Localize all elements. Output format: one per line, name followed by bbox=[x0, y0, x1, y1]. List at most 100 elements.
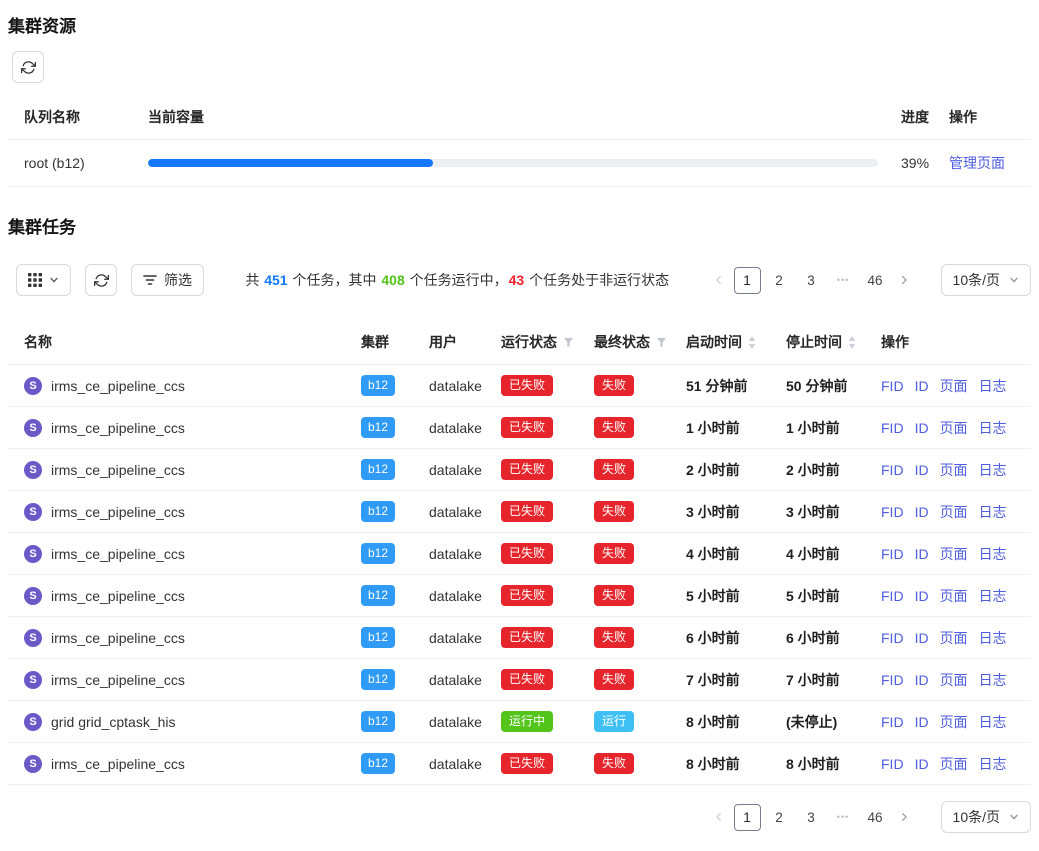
run-status-badge: 已失败 bbox=[501, 669, 553, 690]
pagination-page-2[interactable]: 2 bbox=[766, 267, 793, 294]
filter-button[interactable]: 筛选 bbox=[131, 264, 204, 296]
task-name: grid grid_cptask_his bbox=[51, 714, 176, 730]
task-user: datalake bbox=[429, 672, 482, 688]
page-size-select[interactable]: 10条/页 bbox=[941, 801, 1031, 833]
next-page-button[interactable] bbox=[894, 812, 914, 822]
fid-link[interactable]: FID bbox=[881, 420, 904, 436]
log-link[interactable]: 日志 bbox=[979, 378, 1007, 394]
page-link[interactable]: 页面 bbox=[940, 504, 968, 520]
fid-link[interactable]: FID bbox=[881, 546, 904, 562]
id-link[interactable]: ID bbox=[915, 462, 929, 478]
log-link[interactable]: 日志 bbox=[979, 672, 1007, 688]
page-link[interactable]: 页面 bbox=[940, 672, 968, 688]
filter-funnel-icon[interactable] bbox=[563, 337, 574, 348]
page-link[interactable]: 页面 bbox=[940, 420, 968, 436]
col-header-stop-time-label: 停止时间 bbox=[786, 332, 842, 352]
task-name: irms_ce_pipeline_ccs bbox=[51, 630, 185, 646]
page-link[interactable]: 页面 bbox=[940, 546, 968, 562]
log-link[interactable]: 日志 bbox=[979, 420, 1007, 436]
filter-icon bbox=[143, 274, 157, 286]
prev-page-button[interactable] bbox=[709, 812, 729, 822]
page-size-select[interactable]: 10条/页 bbox=[941, 264, 1031, 296]
page-link[interactable]: 页面 bbox=[940, 588, 968, 604]
avatar: S bbox=[24, 629, 42, 647]
log-link[interactable]: 日志 bbox=[979, 504, 1007, 520]
pagination-ellipsis[interactable]: ••• bbox=[830, 804, 857, 831]
tasks-table: 名称 集群 用户 运行状态 最终状态 bbox=[8, 320, 1031, 785]
log-link[interactable]: 日志 bbox=[979, 462, 1007, 478]
id-link[interactable]: ID bbox=[915, 588, 929, 604]
pagination-page-1[interactable]: 1 bbox=[734, 267, 761, 294]
stop-time: 5 小时前 bbox=[786, 588, 840, 604]
prev-page-button[interactable] bbox=[709, 275, 729, 285]
id-link[interactable]: ID bbox=[915, 672, 929, 688]
log-link[interactable]: 日志 bbox=[979, 630, 1007, 646]
resources-table: 队列名称 当前容量 进度 操作 root (b12) 39% 管理页面 bbox=[8, 95, 1031, 187]
page-link[interactable]: 页面 bbox=[940, 630, 968, 646]
fid-link[interactable]: FID bbox=[881, 462, 904, 478]
cluster-badge: b12 bbox=[361, 543, 395, 564]
manage-page-link[interactable]: 管理页面 bbox=[949, 155, 1005, 171]
table-row: S irms_ce_pipeline_ccs b12 datalake 已失败 … bbox=[8, 533, 1031, 575]
final-status-badge: 失败 bbox=[594, 585, 634, 606]
stop-time: 8 小时前 bbox=[786, 756, 840, 772]
avatar: S bbox=[24, 713, 42, 731]
pagination-page-3[interactable]: 3 bbox=[798, 804, 825, 831]
log-link[interactable]: 日志 bbox=[979, 588, 1007, 604]
final-status-badge: 失败 bbox=[594, 627, 634, 648]
capacity-progress-bar bbox=[148, 159, 878, 167]
fid-link[interactable]: FID bbox=[881, 588, 904, 604]
sorter-icon[interactable] bbox=[848, 336, 856, 349]
sorter-icon[interactable] bbox=[748, 336, 756, 349]
refresh-tasks-button[interactable] bbox=[85, 264, 117, 296]
column-settings-button[interactable] bbox=[16, 264, 71, 296]
col-header-start-time[interactable]: 启动时间 bbox=[678, 320, 778, 365]
start-time: 1 小时前 bbox=[686, 420, 740, 436]
log-link[interactable]: 日志 bbox=[979, 714, 1007, 730]
pagination-page-1[interactable]: 1 bbox=[734, 804, 761, 831]
pagination-ellipsis[interactable]: ••• bbox=[830, 267, 857, 294]
running-task-count: 408 bbox=[381, 272, 404, 288]
fid-link[interactable]: FID bbox=[881, 756, 904, 772]
pagination-pages: 123•••46 bbox=[734, 804, 889, 831]
task-name: irms_ce_pipeline_ccs bbox=[51, 420, 185, 436]
id-link[interactable]: ID bbox=[915, 756, 929, 772]
id-link[interactable]: ID bbox=[915, 546, 929, 562]
col-header-stop-time[interactable]: 停止时间 bbox=[778, 320, 873, 365]
table-row: S irms_ce_pipeline_ccs b12 datalake 已失败 … bbox=[8, 407, 1031, 449]
table-row: S irms_ce_pipeline_ccs b12 datalake 已失败 … bbox=[8, 659, 1031, 701]
tasks-section-title: 集群任务 bbox=[8, 213, 1031, 238]
log-link[interactable]: 日志 bbox=[979, 546, 1007, 562]
fid-link[interactable]: FID bbox=[881, 630, 904, 646]
refresh-resources-button[interactable] bbox=[12, 51, 44, 83]
id-link[interactable]: ID bbox=[915, 504, 929, 520]
chevron-down-icon bbox=[1009, 812, 1019, 822]
fid-link[interactable]: FID bbox=[881, 714, 904, 730]
page-link[interactable]: 页面 bbox=[940, 756, 968, 772]
id-link[interactable]: ID bbox=[915, 378, 929, 394]
page-link[interactable]: 页面 bbox=[940, 378, 968, 394]
pagination-page-46[interactable]: 46 bbox=[862, 804, 889, 831]
run-status-badge: 已失败 bbox=[501, 585, 553, 606]
fid-link[interactable]: FID bbox=[881, 378, 904, 394]
pagination-page-3[interactable]: 3 bbox=[798, 267, 825, 294]
page-link[interactable]: 页面 bbox=[940, 462, 968, 478]
pagination-page-2[interactable]: 2 bbox=[766, 804, 793, 831]
pagination-page-46[interactable]: 46 bbox=[862, 267, 889, 294]
id-link[interactable]: ID bbox=[915, 420, 929, 436]
col-header-current-capacity: 当前容量 bbox=[148, 95, 893, 140]
id-link[interactable]: ID bbox=[915, 714, 929, 730]
id-link[interactable]: ID bbox=[915, 630, 929, 646]
filter-funnel-icon[interactable] bbox=[656, 337, 667, 348]
start-time: 6 小时前 bbox=[686, 630, 740, 646]
stop-time: 3 小时前 bbox=[786, 504, 840, 520]
page-link[interactable]: 页面 bbox=[940, 714, 968, 730]
pagination-top: 123•••46 10条/页 bbox=[709, 264, 1031, 296]
task-name: irms_ce_pipeline_ccs bbox=[51, 756, 185, 772]
log-link[interactable]: 日志 bbox=[979, 756, 1007, 772]
task-name: irms_ce_pipeline_ccs bbox=[51, 588, 185, 604]
next-page-button[interactable] bbox=[894, 275, 914, 285]
fid-link[interactable]: FID bbox=[881, 672, 904, 688]
fid-link[interactable]: FID bbox=[881, 504, 904, 520]
final-status-badge: 失败 bbox=[594, 459, 634, 480]
